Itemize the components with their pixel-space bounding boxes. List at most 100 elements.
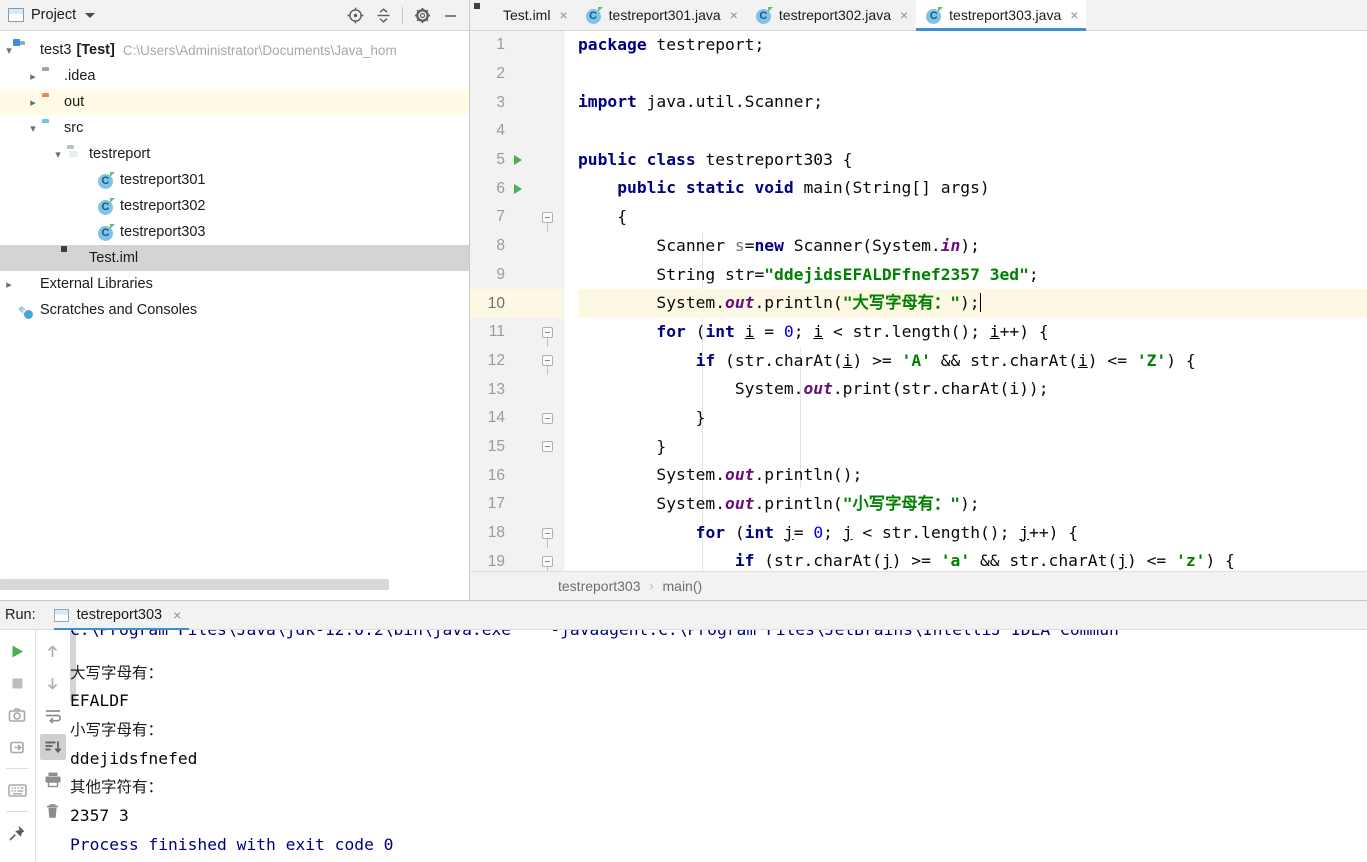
- chevron-expanded-icon[interactable]: ▾: [49, 141, 67, 167]
- fold-end-icon[interactable]: [542, 412, 553, 424]
- fold-collapse-icon[interactable]: [542, 527, 553, 548]
- project-tree-horizontal-scrollbar[interactable]: [0, 579, 470, 590]
- arrow-up-icon[interactable]: [40, 638, 66, 664]
- fold-collapse-icon[interactable]: [542, 355, 553, 376]
- fold-collapse-icon[interactable]: [542, 326, 553, 347]
- console-line: ddejidsfnefed: [70, 748, 198, 768]
- tab-test-iml[interactable]: Test.iml ×: [470, 0, 576, 30]
- line-number: 15: [487, 437, 505, 455]
- code-line: if (str.charAt(i) >= 'A' && str.charAt(i…: [695, 350, 1196, 370]
- gutter-line: 6: [470, 174, 563, 203]
- tree-node-test3[interactable]: ▾ test3 [Test] C:\Users\Administrator\Do…: [0, 37, 469, 63]
- tree-node-test-iml[interactable]: ▸ Test.iml: [0, 245, 469, 271]
- tree-node-external-libraries[interactable]: ▸ External Libraries: [0, 271, 469, 297]
- chevron-collapsed-icon[interactable]: ▸: [24, 89, 42, 115]
- console-keyboard-icon[interactable]: [4, 777, 30, 803]
- close-icon[interactable]: ×: [730, 7, 738, 23]
- collapse-all-icon[interactable]: [370, 2, 396, 28]
- console-line: C:\Program Files\Java\jdk-12.0.2\bin\jav…: [70, 630, 1367, 645]
- code-line: package testreport;: [578, 35, 765, 54]
- soft-wrap-icon[interactable]: [40, 702, 66, 728]
- gutter-line: 2: [470, 60, 563, 89]
- close-icon[interactable]: ×: [173, 607, 181, 623]
- scroll-to-end-icon[interactable]: [39, 734, 66, 760]
- tree-node-testreport302[interactable]: ▸ C testreport302: [0, 193, 469, 219]
- tab-testreport301-java[interactable]: C testreport301.java ×: [576, 0, 746, 30]
- run-tool-window: Run: testreport303 × 大写字母有： EFALDF 小写字母有…: [0, 600, 1367, 862]
- toolbar-divider: [402, 6, 403, 24]
- editor-area: Test.iml × C testreport301.java × C test…: [470, 0, 1367, 600]
- tree-node-out[interactable]: ▸ out: [0, 89, 469, 115]
- gutter-line: 18: [470, 519, 563, 548]
- chevron-collapsed-icon[interactable]: ▸: [0, 271, 18, 297]
- fold-collapse-icon[interactable]: [542, 556, 553, 571]
- tab-label: Test.iml: [503, 7, 551, 23]
- tab-testreport303-java[interactable]: C testreport303.java ×: [916, 0, 1087, 31]
- rerun-play-icon[interactable]: [4, 638, 30, 664]
- stop-icon[interactable]: [4, 670, 30, 696]
- tree-node-src[interactable]: ▾ src: [0, 115, 469, 141]
- run-class-icon[interactable]: [514, 155, 522, 166]
- tree-node-testreport301[interactable]: ▸ C testreport301: [0, 167, 469, 193]
- chevron-expanded-icon[interactable]: ▾: [24, 115, 42, 141]
- tab-label: testreport302.java: [778, 7, 891, 23]
- tree-node-testreport303[interactable]: ▸ C testreport303: [0, 219, 469, 245]
- run-configuration-tab[interactable]: testreport303 ×: [53, 601, 190, 630]
- tab-testreport302-java[interactable]: C testreport302.java ×: [746, 0, 916, 30]
- gutter-line: 9: [470, 261, 563, 290]
- breadcrumb-separator-icon: ›: [649, 579, 654, 593]
- gutter-line: 3: [470, 88, 563, 117]
- fold-collapse-icon[interactable]: [542, 211, 553, 232]
- tree-node-testreport[interactable]: ▾ testreport: [0, 141, 469, 167]
- code-editor[interactable]: package testreport; import java.util.Sca…: [564, 31, 1367, 571]
- breadcrumb-method[interactable]: main(): [663, 578, 703, 594]
- code-line: {: [578, 207, 628, 227]
- project-view-icon: [8, 8, 24, 22]
- settings-gear-icon[interactable]: [409, 2, 435, 28]
- tree-node-label: External Libraries: [40, 276, 153, 292]
- export-icon[interactable]: [4, 734, 30, 760]
- breadcrumb[interactable]: testreport303 › main(): [470, 571, 1367, 600]
- gutter-line: 13: [470, 375, 563, 404]
- tree-node-label: testreport301: [120, 172, 206, 188]
- console-line: 大写字母有：: [70, 663, 164, 682]
- chevron-collapsed-icon[interactable]: ▸: [24, 63, 42, 89]
- trash-icon[interactable]: [40, 798, 66, 824]
- gutter-line: 4: [470, 117, 563, 146]
- line-number: 7: [496, 208, 505, 226]
- iml-file-icon: [480, 8, 497, 23]
- code-line: import java.util.Scanner;: [578, 92, 824, 112]
- project-tool-window: Project ▾ test3 [Test] C:\Users\Administ…: [0, 0, 470, 600]
- run-config-icon: [53, 608, 69, 622]
- java-class-icon: C: [98, 223, 115, 241]
- tree-node-scratches[interactable]: ▸ ✎ Scratches and Consoles: [0, 297, 469, 323]
- gutter-line: 16: [470, 461, 563, 490]
- pin-icon[interactable]: [4, 820, 30, 846]
- minimize-icon[interactable]: [437, 2, 463, 28]
- code-line: Scanner s=new Scanner(System.in);: [578, 235, 980, 255]
- line-number: 17: [487, 495, 505, 513]
- line-number: 8: [496, 237, 505, 255]
- arrow-down-icon[interactable]: [40, 670, 66, 696]
- scrollbar-thumb[interactable]: [0, 579, 389, 590]
- camera-snapshot-icon[interactable]: [4, 702, 30, 728]
- close-icon[interactable]: ×: [1070, 7, 1078, 23]
- print-icon[interactable]: [40, 766, 66, 792]
- tree-node-idea[interactable]: ▸ .idea: [0, 63, 469, 89]
- scratches-icon: ✎: [18, 303, 29, 319]
- tab-label: testreport301.java: [608, 7, 721, 23]
- run-method-icon[interactable]: [514, 183, 522, 194]
- close-icon[interactable]: ×: [559, 7, 567, 23]
- locate-icon[interactable]: [342, 2, 368, 28]
- console-line: 2357 3: [70, 806, 129, 826]
- project-tree[interactable]: ▾ test3 [Test] C:\Users\Administrator\Do…: [0, 31, 469, 323]
- chevron-down-icon[interactable]: [85, 12, 96, 18]
- breadcrumb-class[interactable]: testreport303: [558, 578, 641, 594]
- close-icon[interactable]: ×: [900, 7, 908, 23]
- fold-end-icon[interactable]: [542, 441, 553, 453]
- editor-gutter[interactable]: 1 2 3 4 5 6 7 8 9 10 11 12 13 14 15 16 1…: [470, 31, 564, 571]
- gutter-line: 15: [470, 433, 563, 462]
- console-output[interactable]: C:\Program Files\Java\jdk-12.0.2\bin\jav…: [70, 630, 1367, 862]
- code-line: }: [578, 407, 706, 427]
